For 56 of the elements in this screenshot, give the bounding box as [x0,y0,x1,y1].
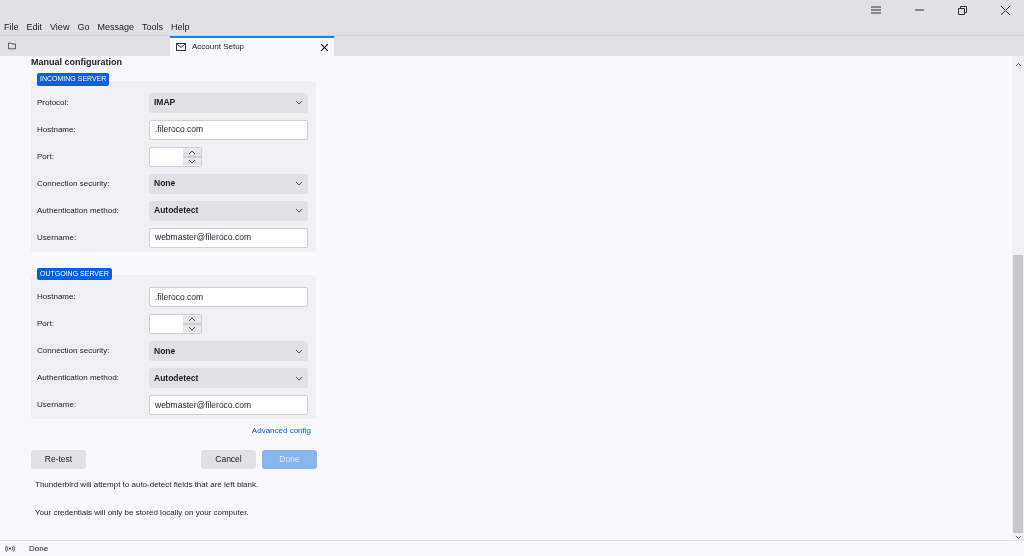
status-text: Done [29,542,49,555]
chevron-down-icon [295,208,303,213]
chevron-down-icon [295,181,303,186]
dropdown[interactable]: None [149,173,308,194]
scroll-down-icon[interactable] [1014,535,1022,540]
envelope-icon [176,43,186,51]
field-label: Protocol: [37,96,70,109]
advanced-config-link[interactable]: Advanced config [251,425,311,437]
button: Done [262,450,317,469]
chevron-down-icon [295,100,303,105]
dropdown[interactable]: None [149,341,308,361]
menu-icon[interactable] [871,6,881,14]
field-label: Port: [37,318,55,330]
restore-icon[interactable] [958,5,967,15]
input-field[interactable]: webmaster@fileroco.com [149,395,308,415]
info-text: Your credentials will only be stored locally on your computer. [35,507,250,519]
chevron-down-icon [295,348,303,354]
info-text: Thunderbird will attempt to auto-detect fields that are left blank. [35,479,260,491]
input-field[interactable]: webmaster@fileroco.com [149,227,308,248]
menu-item[interactable]: Edit [26,20,43,35]
field-label: Connection security: [37,177,111,190]
folder-icon [8,42,16,50]
input-field[interactable]: .fileroco.com [149,119,308,140]
menu-item[interactable]: Message [97,20,134,35]
port-field[interactable] [149,146,202,167]
signal-icon [5,545,15,552]
menu-item[interactable]: Help [170,20,190,35]
field-label: Hostname: [37,123,77,136]
spinner-arrows-icon[interactable] [183,315,201,333]
dropdown[interactable]: IMAP [149,92,308,113]
dropdown[interactable]: Autodetect [149,368,308,388]
field-label: Authentication method: [37,204,120,217]
chevron-down-icon [295,375,303,381]
close-icon[interactable] [321,43,328,51]
menu-item[interactable]: Go [77,20,90,35]
field-label: Connection security: [37,345,111,357]
close-icon[interactable] [1001,5,1010,15]
port-field[interactable] [149,314,202,334]
menu-item[interactable]: View [50,20,70,35]
scroll-up-icon[interactable] [1014,62,1022,67]
input-field[interactable]: .fileroco.com [149,287,308,307]
section-heading: Manual configuration [31,57,123,67]
tab-label: Account Setup [192,41,246,53]
menu-item[interactable]: Tools [141,20,163,35]
menu-item[interactable]: File [4,20,19,35]
field-label: Username: [37,231,78,244]
spinner-arrows-icon[interactable] [183,147,201,166]
field-label: Port: [37,150,55,163]
tab[interactable]: Account Setup [170,36,334,56]
field-label: Hostname: [37,291,77,303]
button[interactable]: Cancel [201,450,256,469]
scrollbar[interactable] [1012,56,1024,540]
field-label: Authentication method: [37,372,120,384]
dropdown[interactable]: Autodetect [149,200,308,221]
field-label: Username: [37,399,78,411]
button[interactable]: Re-test [31,450,86,469]
